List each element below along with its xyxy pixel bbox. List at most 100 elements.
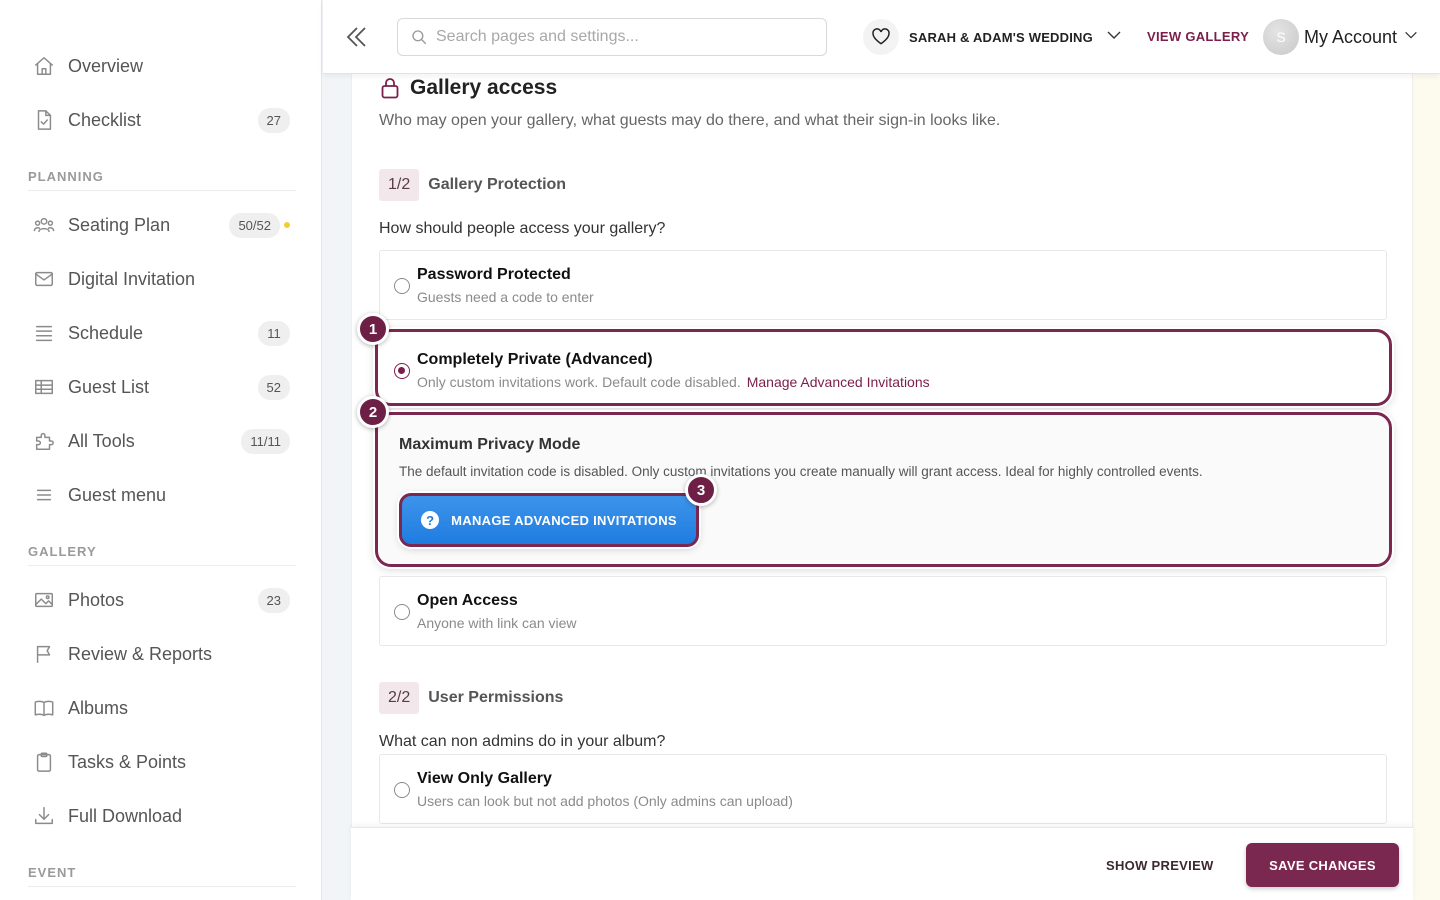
radio-completely-private[interactable]	[394, 363, 410, 379]
lock-icon	[381, 78, 399, 99]
search-input[interactable]	[436, 28, 816, 46]
sidebar-item-review-reports[interactable]: Review & Reports	[22, 634, 298, 674]
section-divider	[28, 565, 296, 566]
book-icon	[32, 696, 56, 720]
option-subtitle: Guests need a code to enter	[417, 289, 594, 305]
step-badge: 1/2	[379, 169, 420, 201]
count-badge: 11/11	[241, 428, 290, 454]
option-completely-private[interactable]: Completely Private (Advanced) Only custo…	[375, 329, 1392, 406]
search-box[interactable]	[397, 18, 827, 56]
flag-icon	[32, 642, 56, 666]
table-icon	[32, 375, 56, 399]
question-permissions: What can non admins do in your album?	[379, 733, 666, 750]
help-icon: ?	[421, 511, 440, 529]
count-badge: 27	[257, 107, 290, 133]
option-open-access[interactable]: Open Access Anyone with link can view	[379, 576, 1387, 646]
sidebar-item-guest-menu[interactable]: Guest menu	[22, 475, 298, 515]
option-view-only-gallery[interactable]: View Only Gallery Users can look but not…	[379, 754, 1387, 824]
step-title: User Permissions	[428, 689, 564, 706]
step-header-permissions: 2/2 User Permissions	[379, 682, 563, 714]
view-gallery-link[interactable]: VIEW GALLERY	[1147, 29, 1249, 44]
sidebar: Overview Checklist 27 PLANNING Seating P…	[0, 0, 322, 900]
count-badge: 23	[257, 587, 290, 613]
section-label-gallery: GALLERY	[28, 544, 97, 559]
option-title: Open Access	[417, 592, 518, 609]
section-divider	[28, 190, 296, 191]
users-icon	[32, 213, 56, 237]
sidebar-item-label: Checklist	[68, 109, 142, 130]
maximum-privacy-panel: Maximum Privacy Mode The default invitat…	[375, 412, 1392, 567]
sidebar-item-label: Guest List	[68, 376, 150, 397]
sidebar-item-label: Schedule	[68, 322, 144, 343]
sidebar-item-label: Photos	[68, 589, 125, 610]
sidebar-item-label: Full Download	[68, 805, 183, 826]
step-marker-3: 3	[685, 474, 717, 506]
account-label: My Account	[1304, 26, 1398, 47]
sidebar-item-albums[interactable]: Albums	[22, 688, 298, 728]
sidebar-item-label: All Tools	[68, 430, 135, 451]
sidebar-item-label: Review & Reports	[68, 643, 213, 664]
account-menu[interactable]: S My Account	[1263, 19, 1419, 55]
avatar: S	[1263, 19, 1299, 55]
sidebar-item-digital-invitation[interactable]: Digital Invitation	[22, 259, 298, 299]
page-title: Gallery access	[410, 76, 558, 99]
radio-open-access[interactable]	[394, 604, 410, 620]
sidebar-item-full-download[interactable]: Full Download	[22, 796, 298, 836]
sidebar-item-label: Overview	[68, 55, 144, 76]
option-title: View Only Gallery	[417, 770, 552, 787]
count-badge: 11	[258, 320, 290, 346]
sidebar-item-label: Seating Plan	[68, 214, 171, 235]
double-chevron-left-icon	[346, 27, 366, 47]
gallery-access-card: Gallery access Who may open your gallery…	[351, 74, 1413, 900]
privacy-description: The default invitation code is disabled.…	[399, 464, 1203, 479]
option-title: Password Protected	[417, 266, 571, 283]
step-badge: 2/2	[379, 682, 420, 714]
puzzle-icon	[32, 429, 56, 453]
lines-icon	[32, 321, 56, 345]
radio-password-protected[interactable]	[394, 278, 410, 294]
menu-icon	[32, 483, 56, 507]
event-switcher[interactable]: SARAH & ADAM'S WEDDING	[863, 18, 1123, 56]
show-preview-button[interactable]: SHOW PREVIEW	[1106, 858, 1214, 873]
section-divider	[28, 886, 296, 887]
save-changes-button[interactable]: SAVE CHANGES	[1246, 843, 1399, 887]
heart-icon	[863, 19, 899, 55]
sidebar-item-label: Digital Invitation	[68, 268, 196, 289]
chevron-down-icon	[1403, 27, 1419, 48]
radio-view-only-gallery[interactable]	[394, 782, 410, 798]
step-marker-2: 2	[357, 396, 389, 428]
event-name: SARAH & ADAM'S WEDDING	[909, 29, 1093, 45]
page-title-row: Gallery access	[380, 76, 557, 100]
chevron-down-icon	[1105, 26, 1123, 49]
manage-advanced-invitations-button[interactable]: ? MANAGE ADVANCED INVITATIONS	[399, 493, 699, 547]
sidebar-item-schedule[interactable]: Schedule 11	[22, 313, 298, 353]
option-subtitle: Only custom invitations work. Default co…	[417, 374, 930, 390]
count-badge: 50/52	[229, 212, 280, 238]
count-badge: 52	[257, 374, 290, 400]
sidebar-item-tasks-points[interactable]: Tasks & Points	[22, 742, 298, 782]
option-subtitle: Anyone with link can view	[417, 615, 577, 631]
step-marker-1: 1	[357, 313, 389, 345]
sidebar-item-label: Tasks & Points	[68, 751, 187, 772]
sidebar-item-photos[interactable]: Photos 23	[22, 580, 298, 620]
section-label-event: EVENT	[28, 865, 77, 880]
image-icon	[32, 588, 56, 612]
status-dot	[284, 222, 290, 228]
sidebar-item-label: Albums	[68, 697, 129, 718]
section-label-planning: PLANNING	[28, 169, 104, 184]
search-icon	[412, 30, 427, 45]
action-footer: SHOW PREVIEW SAVE CHANGES	[351, 827, 1413, 900]
sidebar-item-checklist[interactable]: Checklist 27	[22, 100, 298, 140]
sidebar-item-all-tools[interactable]: All Tools 11/11	[22, 421, 298, 461]
option-password-protected[interactable]: Password Protected Guests need a code to…	[379, 250, 1387, 320]
download-icon	[32, 804, 56, 828]
sidebar-item-guest-list[interactable]: Guest List 52	[22, 367, 298, 407]
option-subtitle: Users can look but not add photos (Only …	[417, 793, 793, 809]
manage-advanced-invitations-link[interactable]: Manage Advanced Invitations	[747, 374, 930, 390]
option-subtitle-text: Only custom invitations work. Default co…	[417, 374, 741, 390]
question-access: How should people access your gallery?	[379, 220, 666, 237]
document-check-icon	[32, 108, 56, 132]
sidebar-item-seating-plan[interactable]: Seating Plan 50/52	[22, 205, 298, 245]
collapse-sidebar-button[interactable]	[345, 24, 369, 50]
sidebar-item-overview[interactable]: Overview	[22, 46, 298, 86]
